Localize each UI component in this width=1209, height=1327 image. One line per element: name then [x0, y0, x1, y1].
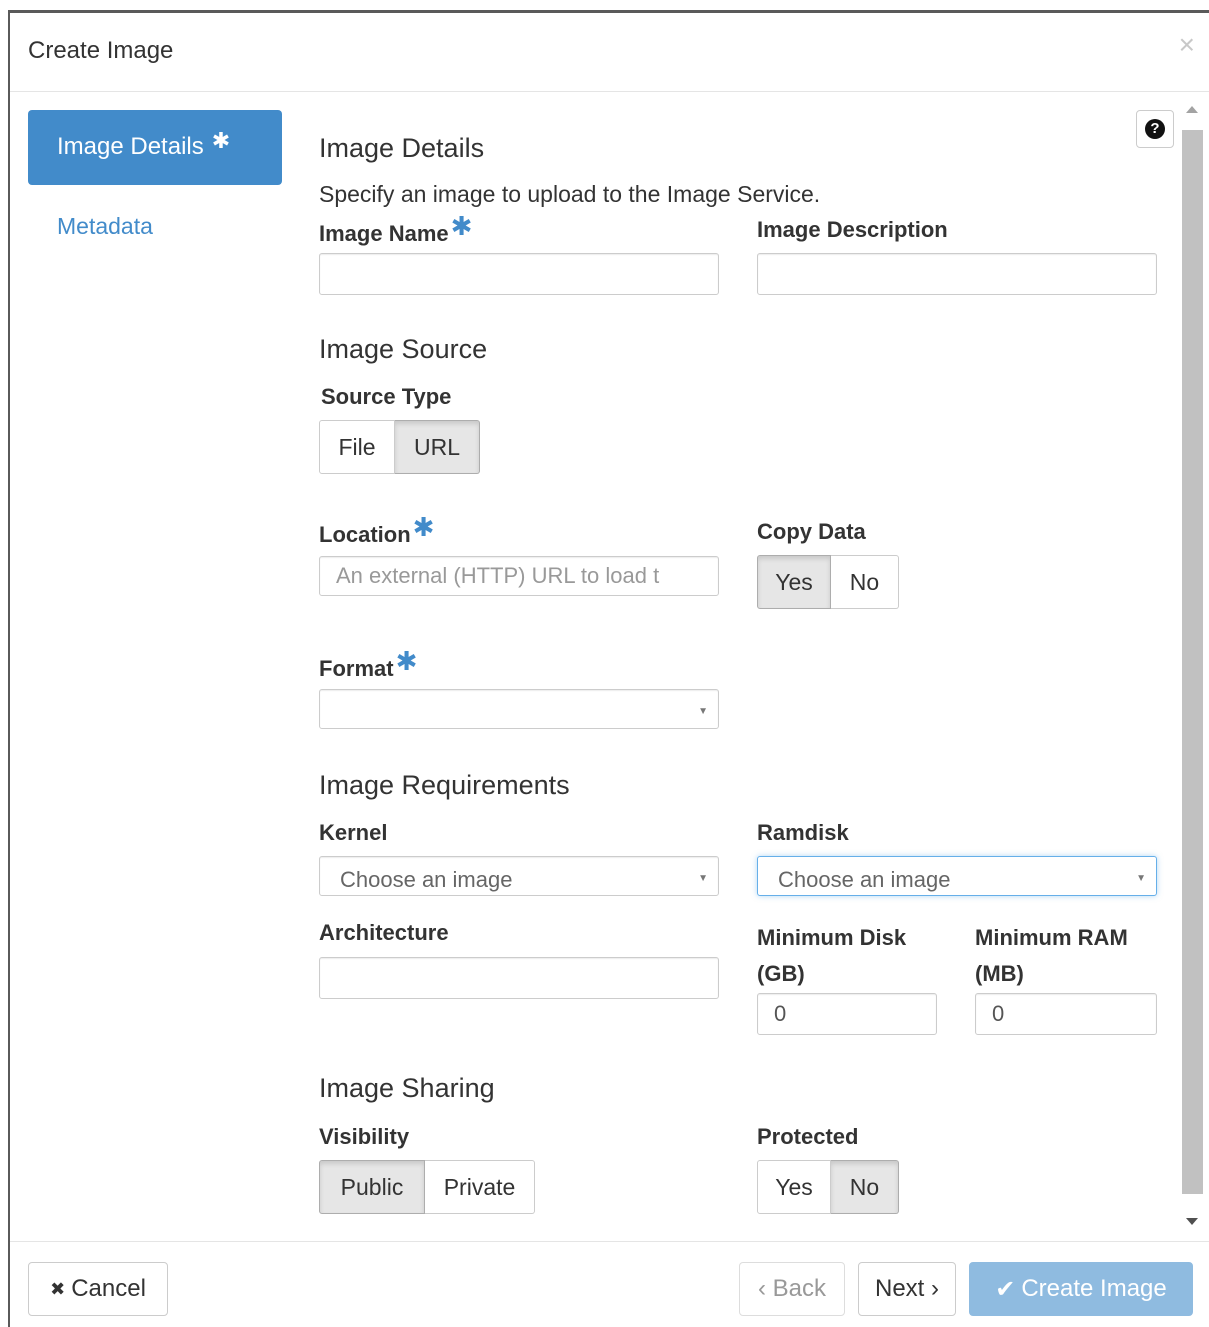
ramdisk-select[interactable]: Choose an image ▼ [757, 856, 1157, 896]
back-button[interactable]: ‹ Back [739, 1262, 845, 1316]
required-icon: ✱ [395, 646, 418, 676]
source-type-label: Source Type [321, 384, 452, 409]
required-icon: ✱ [412, 512, 435, 542]
protected-yes-button[interactable]: Yes [757, 1160, 831, 1214]
scroll-thumb[interactable] [1182, 130, 1203, 1194]
copy-data-yes-button[interactable]: Yes [757, 555, 831, 609]
kernel-label: Kernel [319, 820, 388, 845]
help-button[interactable]: ? [1136, 110, 1174, 148]
protected-toggle: Yes No [757, 1160, 899, 1214]
copy-data-no-button[interactable]: No [831, 555, 899, 609]
source-type-file-button[interactable]: File [319, 420, 395, 474]
image-source-heading: Image Source [319, 334, 488, 364]
ramdisk-label: Ramdisk [757, 820, 849, 845]
dropdown-arrow-icon: ▼ [698, 873, 708, 884]
image-details-heading: Image Details [319, 133, 485, 163]
visibility-label: Visibility [319, 1124, 410, 1149]
question-icon: ? [1145, 119, 1165, 139]
cancel-button[interactable]: ✖ Cancel [28, 1262, 168, 1316]
scrollbar[interactable] [1182, 101, 1203, 1241]
protected-no-button[interactable]: No [831, 1160, 899, 1214]
architecture-label: Architecture [319, 920, 449, 945]
visibility-toggle: Public Private [319, 1160, 535, 1214]
close-icon[interactable]: × [1179, 31, 1195, 59]
location-input[interactable]: An external (HTTP) URL to load t [319, 556, 719, 596]
scroll-up-arrow-icon[interactable] [1186, 106, 1198, 113]
architecture-input[interactable] [319, 957, 719, 999]
dialog-title: Create Image [28, 37, 174, 64]
image-requirements-heading: Image Requirements [319, 770, 570, 800]
image-description-label: Image Description [757, 217, 948, 242]
image-details-description: Specify an image to upload to the Image … [319, 181, 821, 207]
check-icon: ✔ [995, 1275, 1016, 1303]
required-icon: ✱ [450, 211, 473, 241]
min-ram-input[interactable]: 0 [975, 993, 1157, 1035]
dropdown-arrow-icon: ▼ [698, 706, 708, 717]
create-image-button[interactable]: ✔ Create Image [969, 1262, 1193, 1316]
dropdown-arrow-icon: ▼ [1136, 873, 1146, 884]
visibility-private-button[interactable]: Private [425, 1160, 535, 1214]
create-image-dialog: Create Image × Image Details ✱ Metadata ?… [8, 10, 1209, 1327]
next-button[interactable]: Next › [858, 1262, 956, 1316]
footer-divider [10, 1241, 1209, 1242]
visibility-public-button[interactable]: Public [319, 1160, 425, 1214]
min-disk-label: Minimum Disk (GB) [757, 925, 907, 986]
format-select[interactable]: ▼ [319, 689, 719, 729]
min-ram-label: Minimum RAM (MB) [975, 925, 1128, 986]
protected-label: Protected [757, 1124, 859, 1149]
image-description-input[interactable] [757, 253, 1157, 295]
required-icon: ✱ [211, 128, 231, 153]
scroll-down-arrow-icon[interactable] [1186, 1218, 1198, 1225]
kernel-select[interactable]: Choose an image ▼ [319, 856, 719, 896]
copy-data-toggle: Yes No [757, 555, 899, 609]
sidebar-item-image-details[interactable]: Image Details ✱ [28, 110, 282, 185]
image-sharing-heading: Image Sharing [319, 1073, 495, 1103]
image-name-input[interactable] [319, 253, 719, 295]
format-label: Format✱ [319, 646, 418, 681]
location-label: Location✱ [319, 512, 435, 547]
sidebar-item-label: Image Details [57, 133, 204, 160]
dialog-header: Create Image × [10, 13, 1209, 92]
source-type-toggle: File URL [319, 420, 480, 474]
sidebar-item-metadata[interactable]: Metadata [57, 213, 153, 240]
min-disk-input[interactable]: 0 [757, 993, 937, 1035]
copy-data-label: Copy Data [757, 519, 866, 544]
close-icon: ✖ [50, 1278, 66, 1299]
image-name-label: Image Name✱ [319, 211, 473, 246]
source-type-url-button[interactable]: URL [395, 420, 480, 474]
